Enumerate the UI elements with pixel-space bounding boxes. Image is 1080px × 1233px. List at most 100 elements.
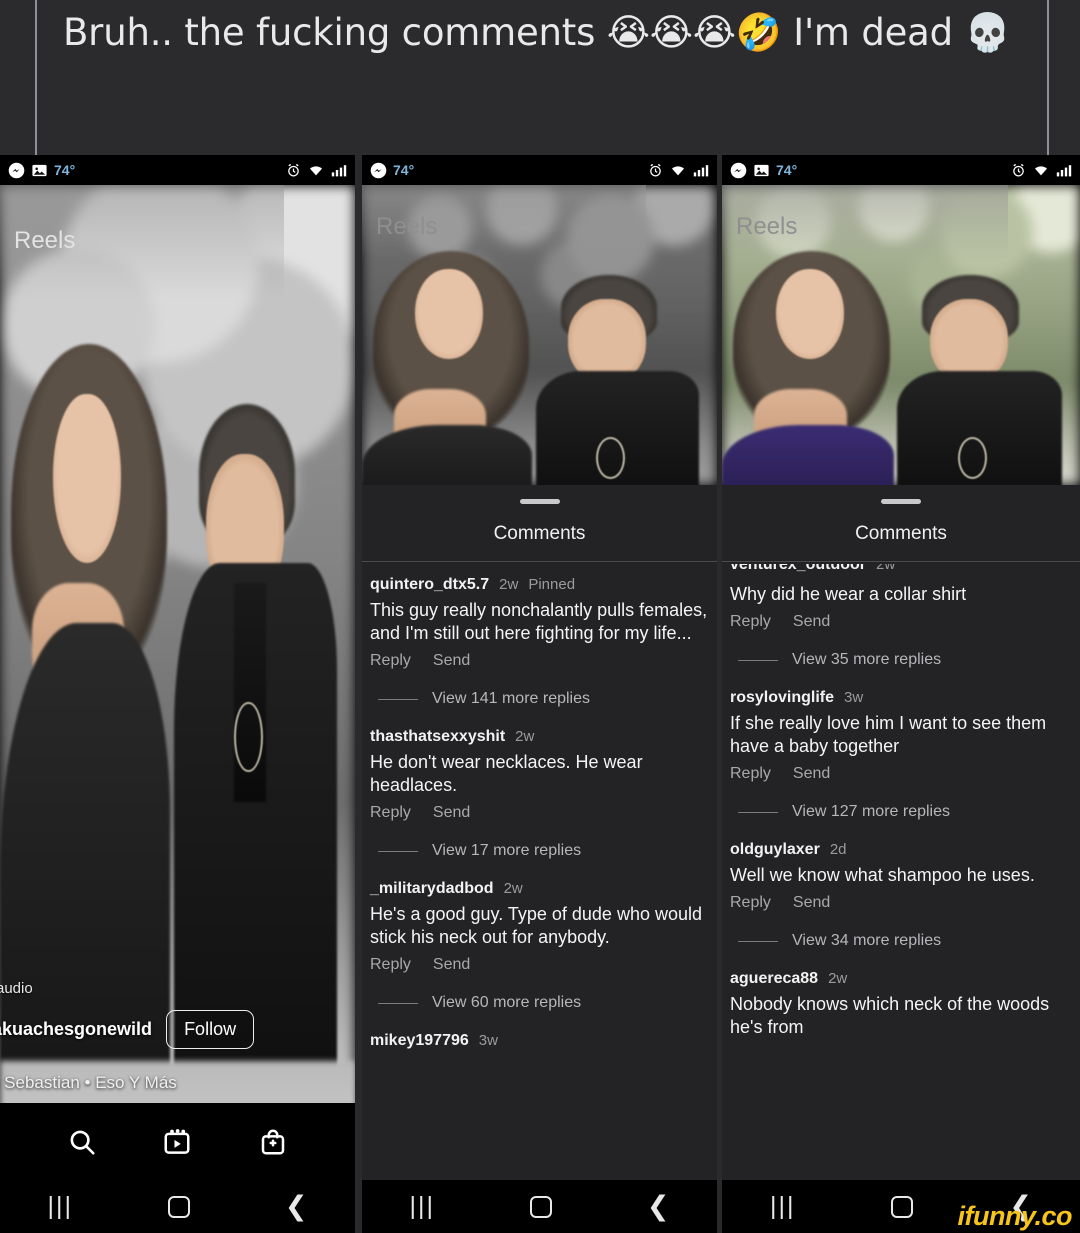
more-replies-line <box>738 659 778 661</box>
search-icon[interactable] <box>67 1127 97 1157</box>
reels-label-1: Reels <box>14 227 76 254</box>
comment-item[interactable]: aguereca88 2w Nobody knows which neck of… <box>730 956 1072 1039</box>
send-button[interactable]: Send <box>793 894 830 912</box>
reel-video-area-3[interactable]: Reels <box>722 185 1080 485</box>
recents-button-1[interactable]: ||| <box>47 1192 72 1221</box>
comments-sheet-3: Comments venturex_outdoor 2w Why did he … <box>722 485 1080 1180</box>
more-replies-line <box>378 1002 418 1004</box>
send-button[interactable]: Send <box>433 956 470 974</box>
comment-username[interactable]: aguereca88 <box>730 970 818 988</box>
view-more-replies[interactable]: View 35 more replies <box>738 651 1072 669</box>
comments-title-3: Comments <box>722 523 1080 562</box>
comment-item[interactable]: thasthatsexxyshit 2w He don't wear neckl… <box>370 714 709 860</box>
more-replies-line <box>378 850 418 852</box>
home-button-3[interactable] <box>891 1195 914 1218</box>
photo-woman-dress-3 <box>722 425 894 485</box>
wifi-icon <box>670 163 686 177</box>
screenshot-root: Bruh.. the fucking comments 😭😭😭🤣 I'm dea… <box>0 0 1080 1233</box>
reels-icon[interactable] <box>162 1127 192 1157</box>
more-replies-line <box>738 811 778 813</box>
view-more-replies[interactable]: View 141 more replies <box>378 690 709 708</box>
view-more-replies[interactable]: View 34 more replies <box>738 932 1072 950</box>
send-button[interactable]: Send <box>433 804 470 822</box>
more-replies-label[interactable]: View 17 more replies <box>432 842 581 860</box>
comment-header: mikey197796 3w <box>370 1032 709 1050</box>
signal-icon <box>331 163 347 177</box>
view-more-replies[interactable]: View 127 more replies <box>738 803 1072 821</box>
signal-icon <box>1056 163 1072 177</box>
comment-username[interactable]: venturex_outdoor <box>730 564 866 574</box>
weather-temperature-2: 74° <box>393 162 415 178</box>
more-replies-label[interactable]: View 34 more replies <box>792 932 941 950</box>
android-status-bar-1: 74° <box>0 155 355 185</box>
comment-list-2[interactable]: quintero_dtx5.7 2w Pinned This guy reall… <box>362 562 717 1050</box>
android-nav-bar-1: ||| ❮ <box>0 1180 355 1233</box>
more-replies-label[interactable]: View 60 more replies <box>432 994 581 1012</box>
back-button-2[interactable]: ❮ <box>647 1191 670 1222</box>
home-button-1[interactable] <box>167 1195 190 1218</box>
comment-text: This guy really nonchalantly pulls femal… <box>370 600 708 643</box>
comment-username[interactable]: mikey197796 <box>370 1032 469 1050</box>
view-more-replies[interactable]: View 60 more replies <box>378 994 709 1012</box>
alarm-icon <box>648 163 663 178</box>
home-button-2[interactable] <box>529 1195 552 1218</box>
comment-header: thasthatsexxyshit 2w <box>370 728 709 746</box>
view-more-replies[interactable]: View 17 more replies <box>378 842 709 860</box>
reply-button[interactable]: Reply <box>370 804 411 822</box>
comment-username[interactable]: rosylovinglife <box>730 689 834 707</box>
reel-video-area-2[interactable]: Reels <box>362 185 717 485</box>
weather-temperature-1: 74° <box>54 162 76 178</box>
meme-caption-bar: Bruh.. the fucking comments 😭😭😭🤣 I'm dea… <box>0 0 1080 155</box>
reel-author-row-1[interactable]: akuachesgonewild Follow <box>0 1010 255 1049</box>
comment-pinned-badge: Pinned <box>528 576 576 593</box>
more-replies-label[interactable]: View 127 more replies <box>792 803 950 821</box>
reply-button[interactable]: Reply <box>730 765 771 783</box>
comment-item[interactable]: _militarydadbod 2w He's a good guy. Type… <box>370 866 709 1012</box>
comment-item[interactable]: rosylovinglife 3w If she really love him… <box>730 675 1072 821</box>
comment-header: rosylovinglife 3w <box>730 689 1072 707</box>
more-replies-label[interactable]: View 141 more replies <box>432 690 590 708</box>
sheet-grabber-3[interactable] <box>881 499 921 504</box>
signal-icon <box>693 163 709 177</box>
more-replies-line <box>738 940 778 942</box>
recents-button-2[interactable]: ||| <box>409 1192 434 1221</box>
send-button[interactable]: Send <box>793 765 830 783</box>
sheet-grabber-2[interactable] <box>519 499 560 504</box>
comment-username[interactable]: thasthatsexxyshit <box>370 728 505 746</box>
back-button-1[interactable]: ❮ <box>285 1191 308 1222</box>
more-replies-line <box>378 698 418 700</box>
send-button[interactable]: Send <box>793 613 830 631</box>
wifi-icon <box>308 163 324 177</box>
send-button[interactable]: Send <box>433 652 470 670</box>
reply-button[interactable]: Reply <box>730 613 771 631</box>
reply-button[interactable]: Reply <box>730 894 771 912</box>
recents-button-3[interactable]: ||| <box>770 1192 795 1221</box>
reel-username-1[interactable]: akuachesgonewild <box>0 1019 152 1040</box>
photo-woman-dress-2 <box>362 425 533 485</box>
comment-header: oldguylaxer 2d <box>730 841 1072 859</box>
photo-man-chain-3 <box>958 437 987 479</box>
follow-button-1[interactable]: Follow <box>166 1010 255 1049</box>
shop-bag-icon[interactable] <box>258 1127 288 1157</box>
comment-item[interactable]: venturex_outdoor 2w Why did he wear a co… <box>730 562 1072 669</box>
photo-man-chain-2 <box>596 437 625 479</box>
reels-label-2: Reels <box>376 213 438 240</box>
reply-button[interactable]: Reply <box>370 652 411 670</box>
reply-button[interactable]: Reply <box>370 956 411 974</box>
comment-list-3[interactable]: venturex_outdoor 2w Why did he wear a co… <box>722 562 1080 1039</box>
phone-screenshot-panel-1: Reels 74° audio akuachesgonewild Follow … <box>0 155 355 1233</box>
comment-username[interactable]: _militarydadbod <box>370 880 494 898</box>
android-status-bar-2: 74° <box>362 155 717 185</box>
comment-text: Nobody knows which neck of the woods he'… <box>730 994 1050 1037</box>
music-credit-1[interactable]: n Sebastian • Eso Y Más <box>0 1073 177 1093</box>
alarm-icon <box>286 163 301 178</box>
more-replies-label[interactable]: View 35 more replies <box>792 651 941 669</box>
caption-left-rule <box>35 0 37 155</box>
comment-item[interactable]: mikey197796 3w <box>370 1018 709 1050</box>
comment-username[interactable]: quintero_dtx5.7 <box>370 576 489 594</box>
comment-header-clipped: venturex_outdoor 2w <box>730 564 1072 578</box>
ifunny-watermark: ifunny.co <box>957 1201 1073 1231</box>
comment-item[interactable]: quintero_dtx5.7 2w Pinned This guy reall… <box>370 562 709 708</box>
comment-username[interactable]: oldguylaxer <box>730 841 820 859</box>
comment-item[interactable]: oldguylaxer 2d Well we know what shampoo… <box>730 827 1072 950</box>
